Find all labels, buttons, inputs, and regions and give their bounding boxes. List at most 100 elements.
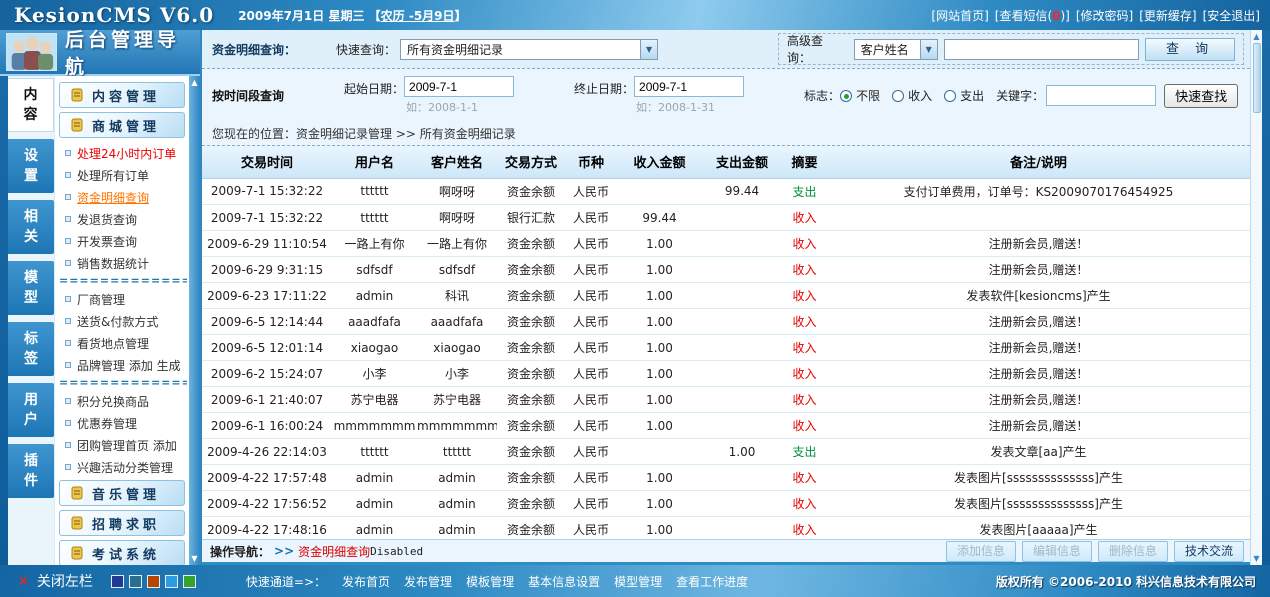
menu-item[interactable]: 销售数据统计: [59, 252, 187, 274]
quick-find-button[interactable]: 快速查找: [1164, 84, 1238, 108]
quick-link[interactable]: 模型管理: [614, 573, 662, 590]
radio-不限[interactable]: [840, 90, 852, 102]
menu-group-button[interactable]: 考试系统: [59, 540, 185, 565]
column-header[interactable]: 支出金额: [702, 146, 782, 178]
sidebar-tab-内容[interactable]: 内容: [8, 78, 54, 132]
column-header[interactable]: 用户名: [332, 146, 417, 178]
header-link[interactable]: [更新缓存]: [1139, 7, 1196, 24]
column-header[interactable]: 交易时间: [202, 146, 332, 178]
menu-item[interactable]: 发退货查询: [59, 208, 187, 230]
scroll-up-icon[interactable]: ▲: [191, 78, 197, 87]
cell-method: 资金余额: [497, 387, 565, 413]
theme-square[interactable]: [147, 575, 160, 588]
quick-link[interactable]: 基本信息设置: [528, 573, 600, 590]
theme-square[interactable]: [129, 575, 142, 588]
table-row[interactable]: 2009-6-1 21:40:07苏宁电器苏宁电器资金余额人民币1.00收入注册…: [202, 387, 1250, 413]
end-date-input[interactable]: [634, 76, 744, 97]
sidebar-tab-模型[interactable]: 模型: [8, 261, 54, 315]
table-row[interactable]: 2009-4-22 17:48:16adminadmin资金余额人民币1.00收…: [202, 517, 1250, 540]
table-row[interactable]: 2009-6-29 9:31:15sdfsdfsdfsdf资金余额人民币1.00…: [202, 257, 1250, 283]
ops-button-技术交流[interactable]: 技术交流: [1174, 541, 1244, 562]
scroll-down-icon[interactable]: ▼: [191, 554, 197, 563]
menu-item-label: 看货地点管理: [77, 335, 149, 352]
menu-item[interactable]: 处理所有订单: [59, 164, 187, 186]
table-row[interactable]: 2009-6-1 16:00:24mmmmmmmmmmmmmm资金余额人民币1.…: [202, 413, 1250, 439]
close-icon[interactable]: ×: [18, 574, 29, 589]
memo-icon: [70, 546, 84, 560]
radio-支出[interactable]: [944, 90, 956, 102]
menu-item[interactable]: 团购管理首页 添加: [59, 434, 187, 456]
radio-收入[interactable]: [892, 90, 904, 102]
column-header[interactable]: 币种: [565, 146, 617, 178]
sidebar-tab-相关[interactable]: 相关: [8, 200, 54, 254]
scroll-down-icon[interactable]: ▼: [1253, 554, 1259, 563]
theme-square[interactable]: [111, 575, 124, 588]
menu-item[interactable]: 资金明细查询: [59, 186, 187, 208]
query-button[interactable]: 查 询: [1145, 38, 1235, 61]
header-link[interactable]: [网站首页]: [931, 7, 988, 24]
table-row[interactable]: 2009-6-23 17:11:22admin科讯资金余额人民币1.00收入发表…: [202, 283, 1250, 309]
sidebar-tab-用户[interactable]: 用户: [8, 383, 54, 437]
theme-square[interactable]: [165, 575, 178, 588]
table-header-row: 交易时间用户名客户姓名交易方式币种收入金额支出金额摘要备注/说明: [202, 146, 1250, 178]
table-row[interactable]: 2009-7-1 15:32:22tttttt啊呀呀银行汇款人民币99.44收入: [202, 205, 1250, 231]
start-date-input[interactable]: [404, 76, 514, 97]
menu-group-button[interactable]: 音乐管理: [59, 480, 185, 506]
column-header[interactable]: 收入金额: [617, 146, 702, 178]
table-row[interactable]: 2009-6-2 15:24:07小李小李资金余额人民币1.00收入注册新会员,…: [202, 361, 1250, 387]
menu-item[interactable]: 送货&付款方式: [59, 310, 187, 332]
cell-income: [617, 439, 702, 465]
cell-user: tttttt: [332, 205, 417, 231]
cell-customer: mmmmmmm: [417, 413, 497, 439]
header-link[interactable]: [安全退出]: [1203, 7, 1260, 24]
table-row[interactable]: 2009-4-22 17:57:48adminadmin资金余额人民币1.00收…: [202, 465, 1250, 491]
menu-item[interactable]: 优惠券管理: [59, 412, 187, 434]
column-header[interactable]: 交易方式: [497, 146, 565, 178]
quick-link[interactable]: 查看工作进度: [676, 573, 748, 590]
menu-item[interactable]: 看货地点管理: [59, 332, 187, 354]
theme-square[interactable]: [183, 575, 196, 588]
scrollbar-thumb[interactable]: [1253, 43, 1261, 113]
column-header[interactable]: 客户姓名: [417, 146, 497, 178]
table-row[interactable]: 2009-6-5 12:14:44aaadfafaaaadfafa资金余额人民币…: [202, 309, 1250, 335]
quick-query-select[interactable]: 所有资金明细记录 ▼: [400, 39, 658, 60]
table-row[interactable]: 2009-6-29 11:10:54一路上有你一路上有你资金余额人民币1.00收…: [202, 231, 1250, 257]
table-row[interactable]: 2009-4-22 17:56:52adminadmin资金余额人民币1.00收…: [202, 491, 1250, 517]
menu-item[interactable]: 积分兑换商品: [59, 390, 187, 412]
column-header[interactable]: 备注/说明: [827, 146, 1250, 178]
quick-link[interactable]: 发布管理: [404, 573, 452, 590]
advanced-query-input[interactable]: [944, 39, 1140, 60]
menu-item[interactable]: 处理24小时内订单: [59, 142, 187, 164]
quick-link[interactable]: 模板管理: [466, 573, 514, 590]
keyword-input[interactable]: [1046, 85, 1156, 106]
sidebar-tab-设置[interactable]: 设置: [8, 139, 54, 193]
cell-note: 发表图片[ssssssssssssss]产生: [827, 491, 1250, 517]
header-link[interactable]: [查看短信(0)]: [995, 7, 1070, 24]
table-row[interactable]: 2009-6-5 12:01:14xiaogaoxiaogao资金余额人民币1.…: [202, 335, 1250, 361]
content-scrollbar[interactable]: ▲ ▼: [1250, 30, 1262, 565]
cell-flag: 收入: [782, 361, 827, 387]
table-row[interactable]: 2009-4-26 22:14:03tttttttttttt资金余额人民币1.0…: [202, 439, 1250, 465]
sidebar-tab-插件[interactable]: 插件: [8, 444, 54, 498]
ops-location[interactable]: 资金明细查询: [298, 543, 370, 560]
scroll-up-icon[interactable]: ▲: [1253, 32, 1259, 41]
menu-item[interactable]: 开发票查询: [59, 230, 187, 252]
menu-group-button[interactable]: 商城管理: [59, 112, 185, 138]
sidebar-tab-标签[interactable]: 标签: [8, 322, 54, 376]
menu-group-button[interactable]: 招聘求职: [59, 510, 185, 536]
advanced-field-select[interactable]: 客户姓名 ▼: [854, 39, 938, 60]
cell-customer: 啊呀呀: [417, 179, 497, 205]
close-sidebar-link[interactable]: 关闭左栏: [37, 571, 93, 591]
quick-link[interactable]: 发布首页: [342, 573, 390, 590]
menu-group-button[interactable]: 内容管理: [59, 82, 185, 108]
header-link[interactable]: [修改密码]: [1076, 7, 1133, 24]
cell-currency: 人民币: [565, 283, 617, 309]
menu-item[interactable]: 厂商管理: [59, 288, 187, 310]
end-date-hint: 如：2008-1-31: [634, 99, 744, 115]
menu-item[interactable]: 品牌管理 添加 生成: [59, 354, 187, 376]
sidebar-scrollbar[interactable]: ▲ ▼: [189, 76, 200, 565]
lunar-date-link[interactable]: 农历 -5月9日: [381, 9, 455, 23]
column-header[interactable]: 摘要: [782, 146, 827, 178]
menu-item[interactable]: 兴趣活动分类管理: [59, 456, 187, 478]
table-row[interactable]: 2009-7-1 15:32:22tttttt啊呀呀资金余额人民币99.44支出…: [202, 179, 1250, 205]
